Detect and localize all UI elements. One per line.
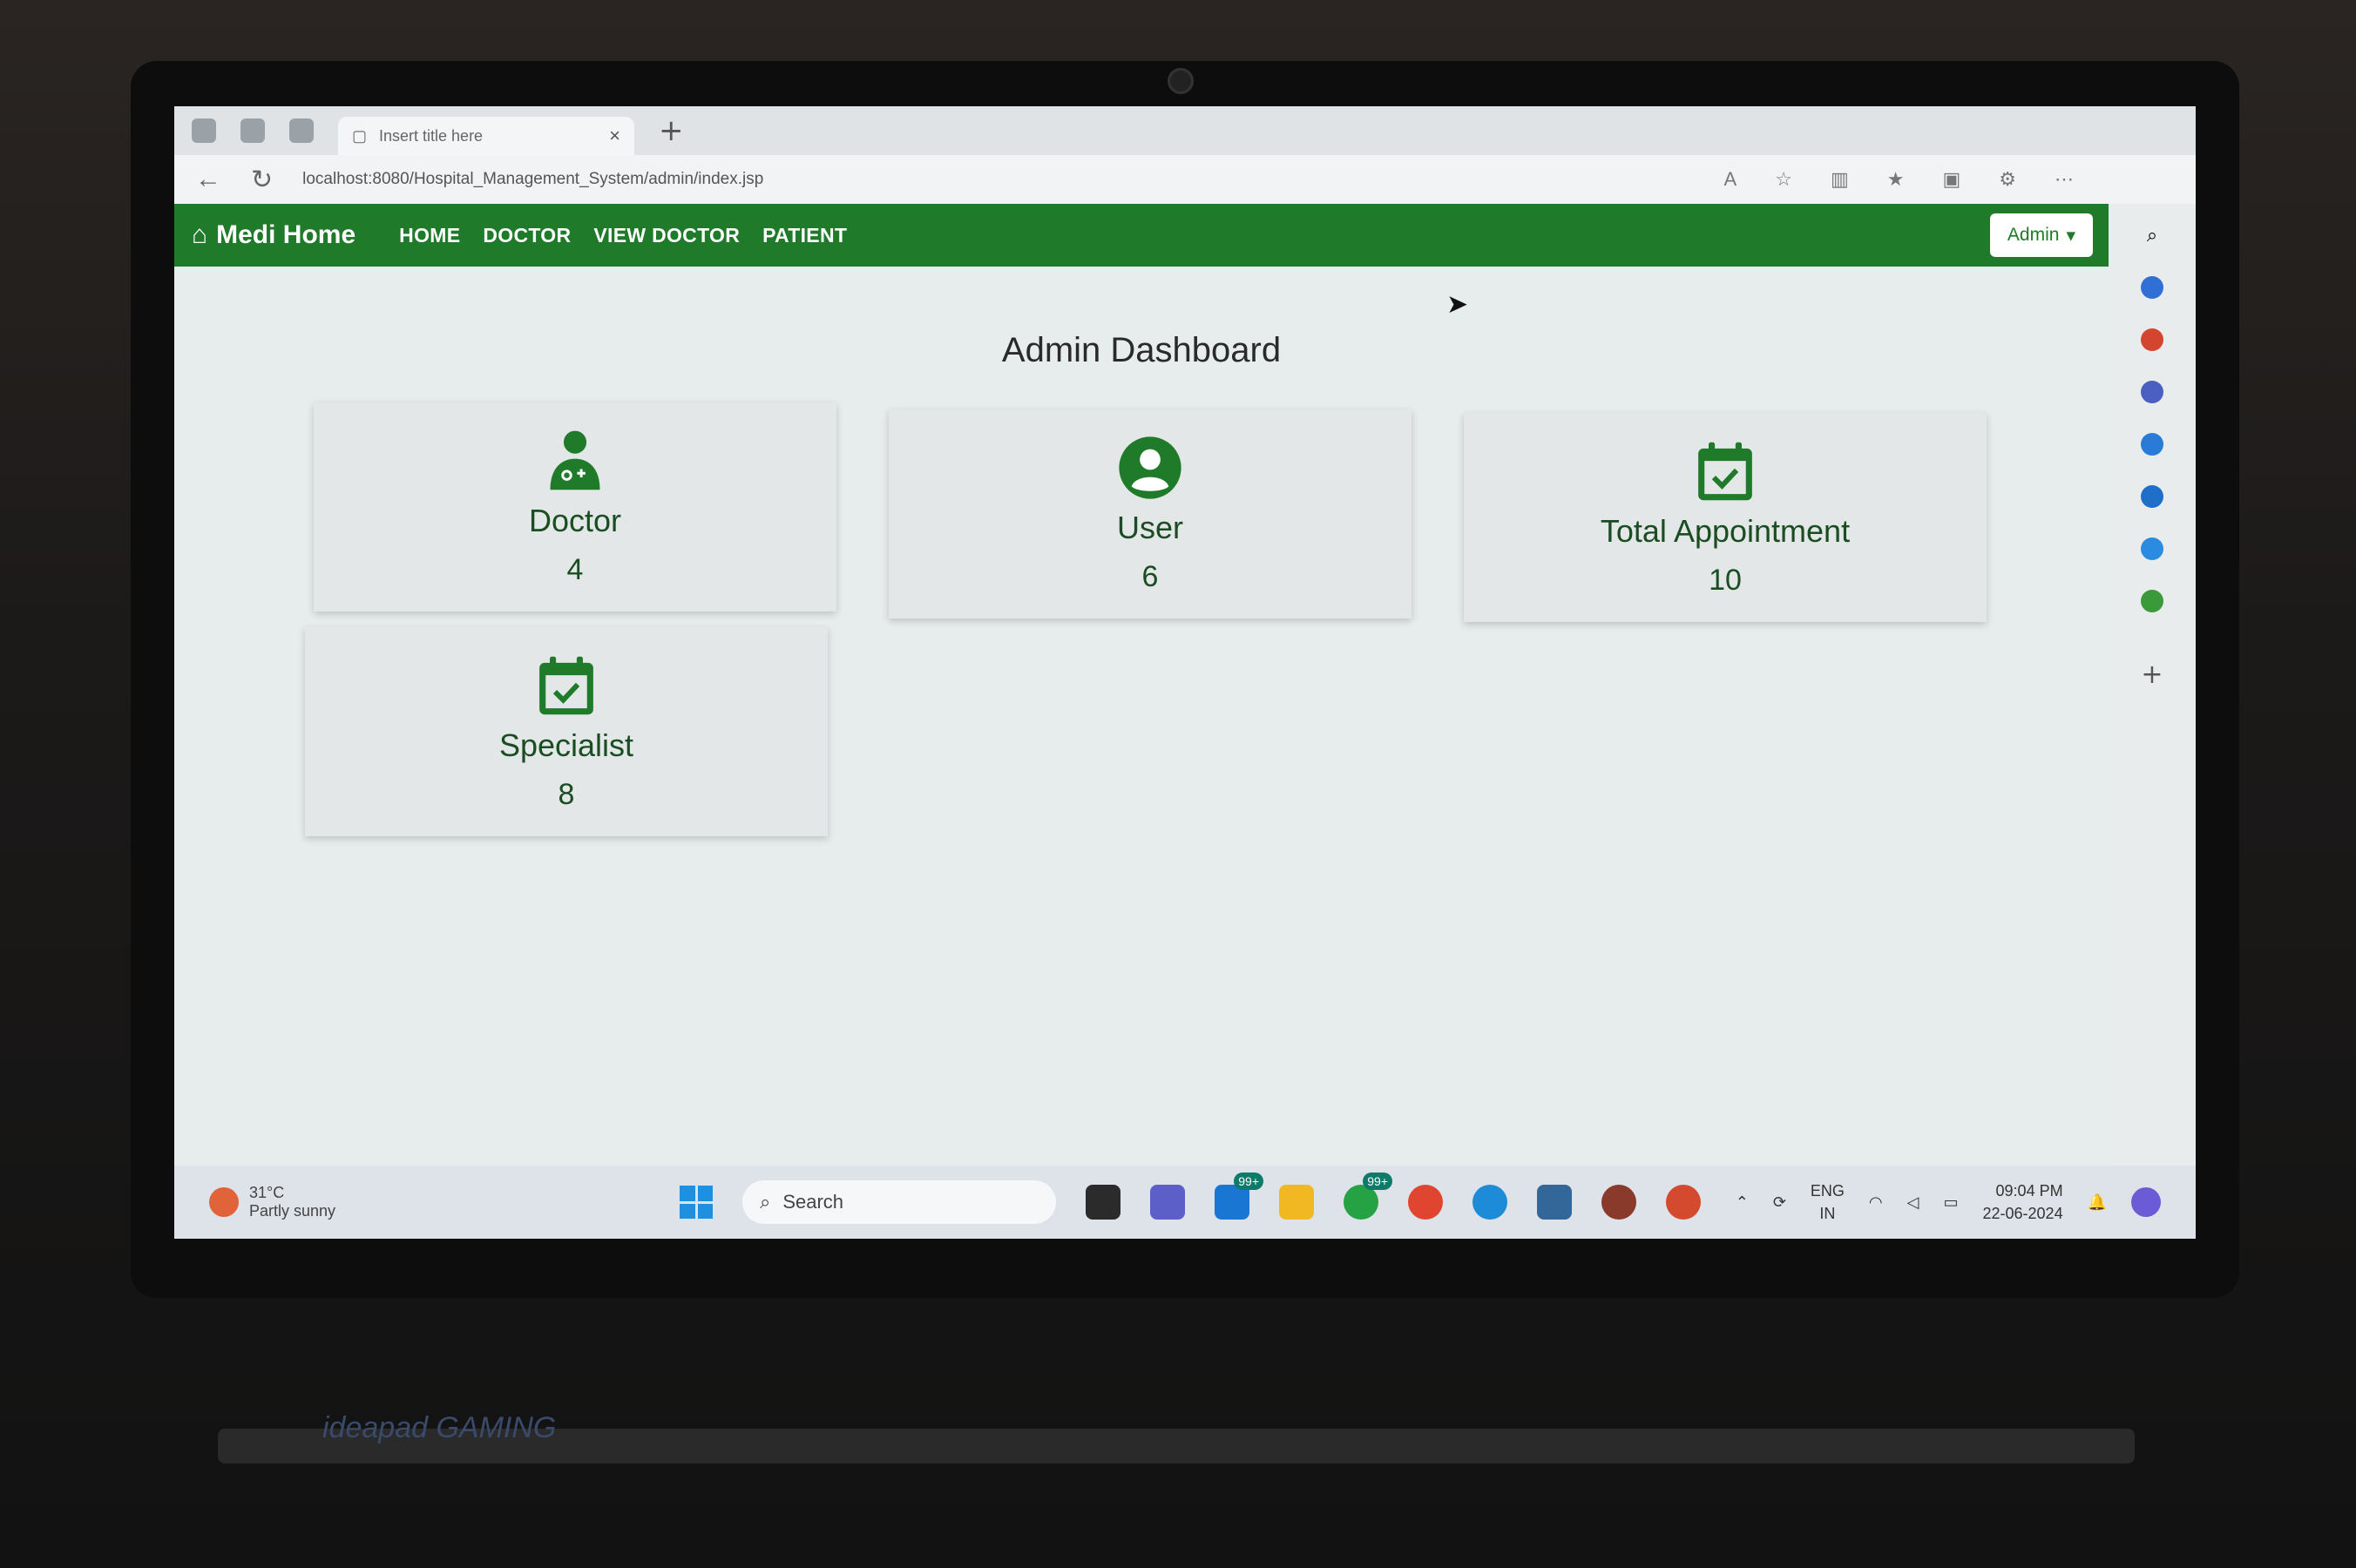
profile-icon[interactable] (192, 118, 216, 143)
brand-link[interactable]: ⌂ Medi Home (192, 220, 355, 250)
address-bar: ← ↻ localhost:8080/Hospital_Management_S… (174, 155, 2196, 204)
tab-actions-icon[interactable] (289, 118, 314, 143)
page-icon: ▢ (352, 126, 368, 145)
chrome-profile-icon[interactable] (1666, 1185, 1701, 1220)
clock[interactable]: 09:04 PM 22-06-2024 (1983, 1179, 2063, 1225)
card-value: 4 (566, 552, 584, 586)
card-label: Total Appointment (1600, 512, 1851, 549)
user-circle-icon (1119, 436, 1181, 499)
weather-temp: 31°C (249, 1184, 285, 1201)
chrome-icon[interactable] (1408, 1185, 1443, 1220)
refresh-button[interactable]: ↻ (251, 165, 273, 195)
collections-icon[interactable] (240, 118, 265, 143)
doctor-icon (550, 430, 600, 490)
admin-dropdown-button[interactable]: Admin ▾ (1989, 213, 2093, 257)
calendar-check-icon (539, 656, 593, 714)
whatsapp-badge: 99+ (1363, 1173, 1392, 1190)
nav-link-doctor[interactable]: DOCTOR (483, 224, 571, 247)
calendar-check-icon (1698, 442, 1752, 500)
task-view-icon[interactable] (1086, 1185, 1120, 1220)
taskbar-apps: ⌕ Search 99+ 99+ (680, 1173, 1701, 1224)
sidebar-app-icon[interactable] (2141, 433, 2163, 456)
system-tray: ⌃ ⟳ ENG IN ◠ ◁ ▭ 09:04 PM 22-06-2024 🔔 (1736, 1179, 2161, 1225)
doctor-card: Doctor 4 (314, 402, 836, 612)
url-field[interactable]: localhost:8080/Hospital_Management_Syste… (302, 170, 763, 189)
teams-icon[interactable] (1150, 1185, 1185, 1220)
sidebar-app-icon[interactable] (2141, 537, 2163, 560)
chevron-up-icon[interactable]: ⌃ (1736, 1193, 1749, 1212)
lang-line2: IN (1819, 1205, 1836, 1222)
collections-icon[interactable]: ▣ (1942, 168, 1960, 191)
mouse-cursor-icon: ➤ (1446, 289, 1469, 320)
page-title: Admin Dashboard (1001, 331, 1282, 369)
favorite-star-icon[interactable]: ☆ (1775, 168, 1792, 191)
more-menu-icon[interactable]: ⋯ (2055, 168, 2074, 191)
card-label: Doctor (528, 502, 622, 538)
search-placeholder: Search (782, 1191, 844, 1213)
extensions-icon[interactable]: ⚙ (1999, 168, 2016, 191)
app-navbar: ⌂ Medi Home HOME DOCTOR VIEW DOCTOR PATI… (174, 204, 2109, 267)
close-tab-icon[interactable]: × (609, 125, 620, 147)
date: 22-06-2024 (1982, 1205, 2063, 1222)
file-explorer-icon[interactable] (1279, 1185, 1314, 1220)
battery-icon[interactable]: ▭ (1943, 1193, 1958, 1212)
language-indicator[interactable]: ENG IN (1811, 1179, 1845, 1225)
lang-line1: ENG (1810, 1182, 1845, 1200)
app-icon[interactable] (1601, 1185, 1636, 1220)
card-value: 8 (558, 777, 575, 811)
mail-icon[interactable]: 99+ (1215, 1173, 1263, 1220)
webcam (1168, 68, 1194, 94)
card-value: 6 (1141, 559, 1159, 593)
total-appointment-card: Total Appointment 10 (1464, 413, 1987, 622)
address-bar-icons: A ☆ ▥ ★ ▣ ⚙ ⋯ (1724, 168, 2196, 191)
screen: ▢ Insert title here × + ← ↻ localhost:80… (174, 106, 2196, 1239)
new-tab-button[interactable]: + (659, 113, 684, 148)
weather-widget[interactable]: 31°C Partly sunny (209, 1184, 335, 1220)
nav-link-patient[interactable]: PATIENT (762, 224, 847, 247)
wifi-icon[interactable]: ◠ (1869, 1193, 1883, 1212)
browser-tab-bar: ▢ Insert title here × + (174, 106, 2196, 155)
weather-desc: Partly sunny (249, 1202, 336, 1220)
search-icon[interactable]: ⌕ (2147, 225, 2157, 247)
time: 09:04 PM (1995, 1182, 2063, 1200)
copilot-icon[interactable] (2131, 1187, 2161, 1217)
user-card: User 6 (889, 409, 1412, 618)
favorites-icon[interactable]: ★ (1887, 168, 1905, 191)
home-icon: ⌂ (192, 220, 208, 249)
browser-sidebar: ⌕ + (2109, 204, 2196, 1188)
brand-label: Medi Home (216, 220, 356, 249)
search-icon: ⌕ (760, 1191, 771, 1213)
whatsapp-icon[interactable]: 99+ (1344, 1173, 1392, 1220)
nav-link-home[interactable]: HOME (399, 224, 460, 247)
weather-icon (209, 1187, 239, 1217)
card-value: 10 (1709, 563, 1742, 597)
sidebar-app-icon[interactable] (2141, 276, 2163, 299)
taskbar-search[interactable]: ⌕ Search (742, 1180, 1056, 1224)
mail-badge: 99+ (1234, 1173, 1263, 1190)
sidebar-app-icon[interactable] (2141, 328, 2163, 351)
tab-title: Insert title here (379, 126, 484, 145)
sync-icon[interactable]: ⟳ (1773, 1193, 1786, 1212)
edge-icon[interactable] (1472, 1185, 1507, 1220)
nav-link-view-doctor[interactable]: VIEW DOCTOR (593, 224, 740, 247)
back-button[interactable]: ← (195, 165, 221, 194)
volume-icon[interactable]: ◁ (1907, 1193, 1919, 1212)
sidebar-app-icon[interactable] (2141, 485, 2163, 508)
read-aloud-icon[interactable]: A (1724, 168, 1737, 191)
split-screen-icon[interactable]: ▥ (1831, 168, 1849, 191)
add-sidebar-app-button[interactable]: + (2141, 659, 2163, 690)
admin-label: Admin (2007, 225, 2060, 245)
sidebar-app-icon[interactable] (2141, 590, 2163, 612)
card-label: Specialist (498, 727, 634, 763)
windows-start-icon[interactable] (680, 1186, 713, 1219)
browser-tab[interactable]: ▢ Insert title here × (338, 117, 634, 155)
postgresql-icon[interactable] (1537, 1185, 1572, 1220)
chevron-down-icon: ▾ (2066, 225, 2075, 246)
card-label: User (1116, 509, 1183, 545)
laptop-brand-logo: ideapad GAMING (322, 1411, 557, 1444)
specialist-card: Specialist 8 (305, 627, 828, 836)
notification-bell-icon[interactable]: 🔔 (2088, 1193, 2107, 1212)
windows-taskbar: 31°C Partly sunny ⌕ Search 99+ 99+ ⌃ ⟳ E… (174, 1166, 2196, 1239)
sidebar-app-icon[interactable] (2141, 381, 2163, 403)
